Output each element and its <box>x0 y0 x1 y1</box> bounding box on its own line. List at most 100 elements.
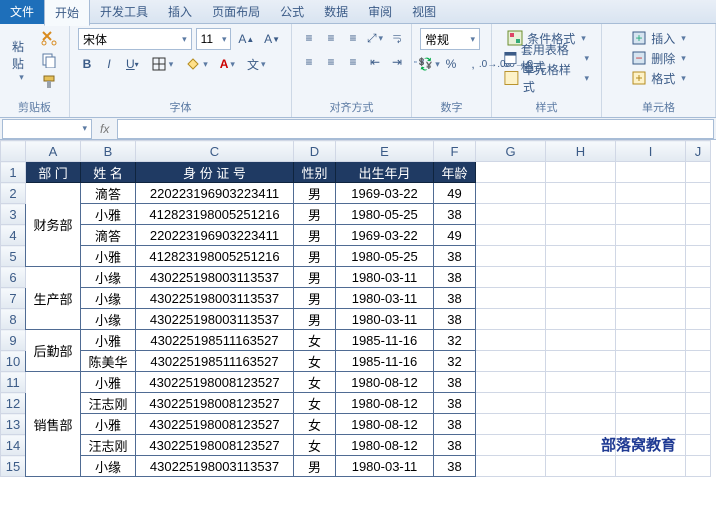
row-header-9[interactable]: 9 <box>1 330 26 351</box>
italic-button[interactable]: I <box>100 54 118 74</box>
tab-data[interactable]: 数据 <box>314 0 358 24</box>
cell-name[interactable]: 陈美华 <box>81 351 136 372</box>
cell-id[interactable]: 430225198008123527 <box>136 372 294 393</box>
cell-age[interactable]: 38 <box>434 393 476 414</box>
cell[interactable] <box>616 267 686 288</box>
cell[interactable] <box>546 162 616 183</box>
hdr-name[interactable]: 姓 名 <box>81 162 136 183</box>
cell-id[interactable]: 430225198003113537 <box>136 267 294 288</box>
cell[interactable] <box>546 267 616 288</box>
cell-birth[interactable]: 1980-08-12 <box>336 435 434 456</box>
cell[interactable] <box>686 267 711 288</box>
number-format-select[interactable]: 常规▾ <box>420 28 480 50</box>
cell-name[interactable]: 小缘 <box>81 456 136 477</box>
cell-birth[interactable]: 1985-11-16 <box>336 330 434 351</box>
cell[interactable] <box>476 288 546 309</box>
insert-cell-button[interactable]: +插入 <box>610 28 707 48</box>
cell[interactable] <box>686 414 711 435</box>
percent-button[interactable]: % <box>442 54 460 74</box>
cell-sex[interactable]: 女 <box>294 372 336 393</box>
row-header-12[interactable]: 12 <box>1 393 26 414</box>
cell-age[interactable]: 49 <box>434 183 476 204</box>
cell[interactable] <box>546 393 616 414</box>
cell[interactable] <box>616 288 686 309</box>
tab-dev[interactable]: 开发工具 <box>90 0 158 24</box>
cell[interactable] <box>616 309 686 330</box>
tab-layout[interactable]: 页面布局 <box>202 0 270 24</box>
select-all-corner[interactable] <box>1 141 26 162</box>
cell[interactable] <box>546 414 616 435</box>
align-left-button[interactable]: ≡ <box>300 52 318 72</box>
row-header-14[interactable]: 14 <box>1 435 26 456</box>
cell-birth[interactable]: 1969-03-22 <box>336 225 434 246</box>
cell-age[interactable]: 32 <box>434 330 476 351</box>
cell-birth[interactable]: 1980-08-12 <box>336 393 434 414</box>
cell[interactable] <box>546 330 616 351</box>
cell[interactable] <box>616 372 686 393</box>
cell-age[interactable]: 38 <box>434 204 476 225</box>
cell[interactable] <box>616 351 686 372</box>
cell-age[interactable]: 38 <box>434 309 476 330</box>
cell-id[interactable]: 430225198511163527 <box>136 351 294 372</box>
cell-id[interactable]: 430225198008123527 <box>136 393 294 414</box>
cell-dept[interactable]: 销售部 <box>26 372 81 477</box>
cell-sex[interactable]: 男 <box>294 267 336 288</box>
col-header-D[interactable]: D <box>294 141 336 162</box>
cell[interactable] <box>546 225 616 246</box>
cell-name[interactable]: 小雅 <box>81 330 136 351</box>
cell[interactable] <box>686 456 711 477</box>
col-header-G[interactable]: G <box>476 141 546 162</box>
cell-id[interactable]: 412823198005251216 <box>136 204 294 225</box>
cell[interactable] <box>686 183 711 204</box>
cell-id[interactable]: 430225198008123527 <box>136 435 294 456</box>
cell-age[interactable]: 38 <box>434 267 476 288</box>
cell-birth[interactable]: 1980-03-11 <box>336 288 434 309</box>
cell[interactable] <box>616 204 686 225</box>
tab-home[interactable]: 开始 <box>44 0 90 26</box>
cell[interactable] <box>616 225 686 246</box>
hdr-age[interactable]: 年龄 <box>434 162 476 183</box>
col-header-C[interactable]: C <box>136 141 294 162</box>
cell-name[interactable]: 滴答 <box>81 183 136 204</box>
cell-sex[interactable]: 男 <box>294 309 336 330</box>
align-top-button[interactable]: ≡ <box>300 28 318 48</box>
font-name-select[interactable]: 宋体▾ <box>78 28 192 50</box>
format-painter-button[interactable] <box>37 72 61 92</box>
align-middle-button[interactable]: ≡ <box>322 28 340 48</box>
cell-name[interactable]: 滴答 <box>81 225 136 246</box>
cell[interactable] <box>476 351 546 372</box>
cell-id[interactable]: 430225198511163527 <box>136 330 294 351</box>
align-center-button[interactable]: ≡ <box>322 52 340 72</box>
cell-name[interactable]: 小缘 <box>81 309 136 330</box>
cell-name[interactable]: 小缘 <box>81 288 136 309</box>
fx-icon[interactable]: fx <box>94 122 115 136</box>
cell-id[interactable]: 220223196903223411 <box>136 183 294 204</box>
cell[interactable] <box>476 204 546 225</box>
tab-file[interactable]: 文件 <box>0 0 44 24</box>
row-header-15[interactable]: 15 <box>1 456 26 477</box>
name-box[interactable]: ▾ <box>2 119 92 139</box>
row-header-1[interactable]: 1 <box>1 162 26 183</box>
cell[interactable] <box>546 456 616 477</box>
row-header-8[interactable]: 8 <box>1 309 26 330</box>
cell-age[interactable]: 38 <box>434 435 476 456</box>
tab-view[interactable]: 视图 <box>402 0 446 24</box>
cell-id[interactable]: 412823198005251216 <box>136 246 294 267</box>
cell-age[interactable]: 38 <box>434 414 476 435</box>
cell[interactable] <box>616 183 686 204</box>
row-header-10[interactable]: 10 <box>1 351 26 372</box>
orientation-button[interactable]: ⤢ <box>366 28 384 48</box>
cell[interactable] <box>546 204 616 225</box>
cell[interactable] <box>686 204 711 225</box>
cell-sex[interactable]: 男 <box>294 204 336 225</box>
cell[interactable] <box>476 309 546 330</box>
cell-age[interactable]: 38 <box>434 456 476 477</box>
indent-dec-button[interactable]: ⇤ <box>366 52 384 72</box>
format-cell-button[interactable]: 格式 <box>610 68 707 88</box>
cell-birth[interactable]: 1969-03-22 <box>336 183 434 204</box>
row-header-2[interactable]: 2 <box>1 183 26 204</box>
cell-dept[interactable]: 财务部 <box>26 183 81 267</box>
row-header-7[interactable]: 7 <box>1 288 26 309</box>
cell-birth[interactable]: 1980-08-12 <box>336 414 434 435</box>
align-bottom-button[interactable]: ≡ <box>344 28 362 48</box>
